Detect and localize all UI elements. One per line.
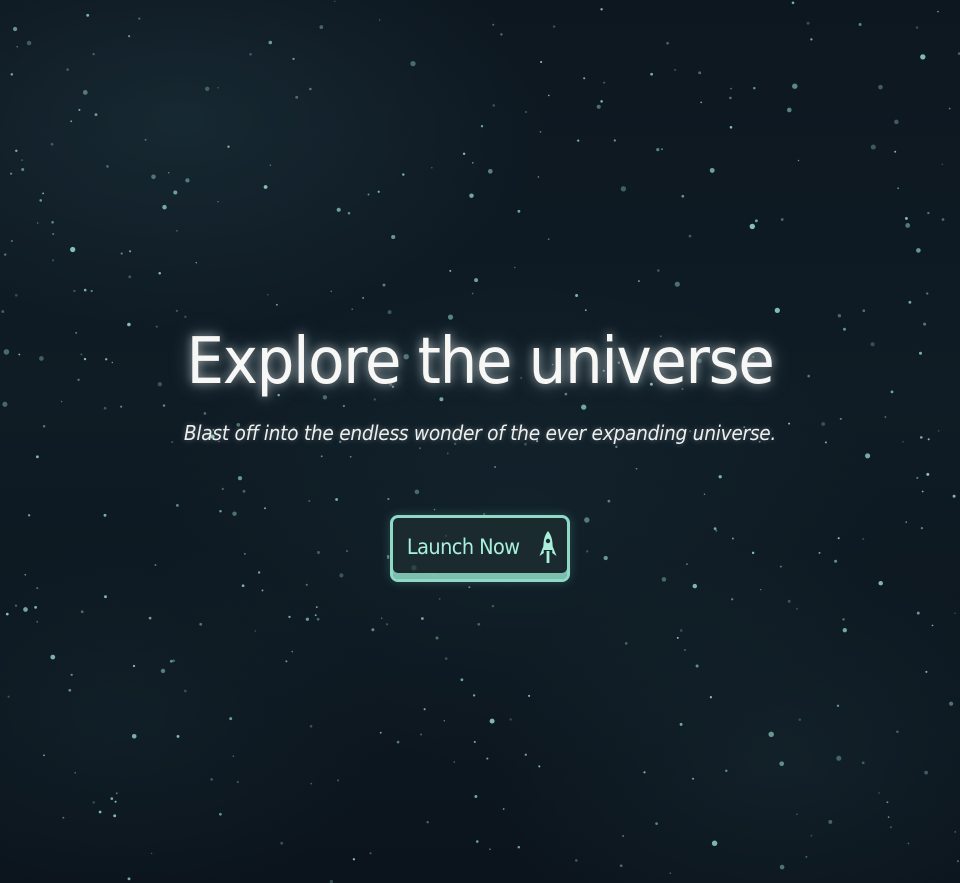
rocket-icon: [539, 531, 557, 563]
page-title: Explore the universe: [186, 325, 775, 399]
launch-now-button[interactable]: Launch Now: [390, 515, 570, 582]
page-subtitle: Blast off into the endless wonder of the…: [183, 421, 777, 445]
hero-section: Explore the universe Blast off into the …: [0, 0, 960, 883]
launch-now-label: Launch Now: [406, 535, 520, 559]
